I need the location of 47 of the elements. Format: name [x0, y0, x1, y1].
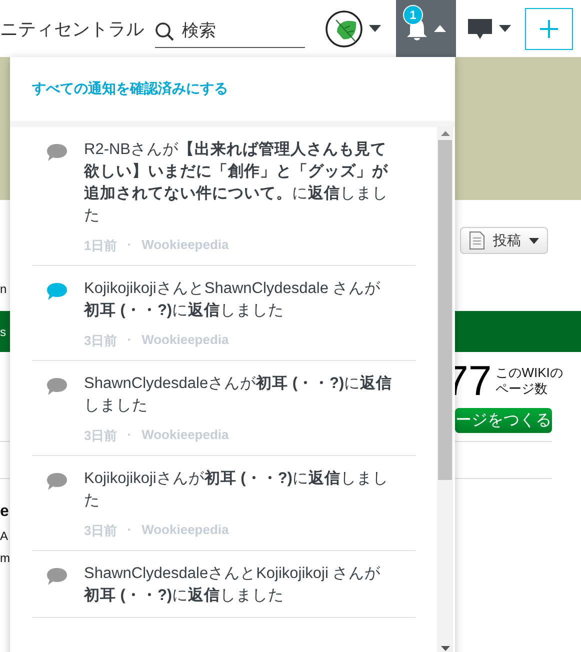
leaf-avatar-icon[interactable]: [325, 10, 363, 48]
time-text: 3日前: [84, 427, 118, 445]
separator-dot: ·: [127, 522, 132, 539]
notification-text: ShawnClydesdaleさんが初耳 (・・?)に返信しました: [84, 374, 394, 416]
notification-text: KojikojikojiさんとShawnClydesdale さんが初耳 (・・?)に返信しました: [84, 279, 382, 321]
post-button[interactable]: 投稿: [460, 227, 548, 254]
wiki-name: Wookieepedia: [142, 237, 229, 254]
caret-icon[interactable]: [499, 24, 511, 32]
scrollbar[interactable]: [437, 127, 453, 652]
search-field[interactable]: 検索: [155, 16, 305, 48]
heading-text: e: [0, 503, 9, 521]
document-icon: [469, 231, 485, 250]
notification-text: ShawnClydesdaleさんとKojikojikoji さんが初耳 (・・?)に返信しました: [84, 564, 382, 606]
caret-icon: [529, 238, 539, 244]
notification-text: Kojikojikojiさんが初耳 (・・?)に返信しました: [84, 468, 390, 511]
notification-item[interactable]: KojikojikojiさんとShawnClydesdale さんが初耳 (・・?)に返信しました 3日前 · Wookieepedia: [32, 266, 416, 361]
caret-icon: [434, 24, 446, 32]
notification-item[interactable]: ShawnClydesdaleさんとKojikojikoji さんが初耳 (・・?)に返信しました: [32, 551, 416, 618]
page-count-label: このWIKIの: [496, 365, 563, 381]
time-text: 3日前: [84, 522, 118, 540]
plus-icon: [539, 18, 559, 38]
notification-item[interactable]: R2-NBさんが【出来れば管理人さんも見て欲しい】いまだに「創作」と「グッズ」が追加されてない件について。に返信しました 1日前 · Wookieepedia: [32, 127, 416, 266]
wiki-name: Wookieepedia: [142, 522, 229, 539]
wiki-name: Wookieepedia: [142, 427, 229, 444]
caret-icon[interactable]: [369, 24, 381, 32]
notification-text: R2-NBさんが【出来れば管理人さんも見て欲しい】いまだに「創作」と「グッズ」が追加されてない件について。に返信しました: [84, 140, 389, 226]
site-title[interactable]: ニティセントラル: [0, 16, 152, 40]
separator-dot: ·: [127, 332, 132, 349]
time-text: 3日前: [84, 332, 118, 350]
separator-dot: ·: [127, 237, 132, 254]
time-text: 1日前: [84, 237, 118, 255]
page-text: n: [0, 282, 7, 296]
create-page-button[interactable]: ージをつくる: [455, 408, 552, 433]
page-count-label: ページ数: [496, 381, 548, 397]
notification-item[interactable]: Kojikojikojiさんが初耳 (・・?)に返信しました 3日前 · Wookieepedia: [32, 456, 416, 551]
chat-icon[interactable]: [467, 18, 493, 40]
nav-text: s: [0, 324, 6, 338]
down-arrow-icon[interactable]: [440, 646, 450, 651]
notification-count: 1: [403, 5, 423, 25]
separator-dot: ·: [127, 427, 132, 444]
wiki-name: Wookieepedia: [142, 332, 229, 349]
search-icon: [155, 22, 175, 42]
notification-item[interactable]: ShawnClydesdaleさんが初耳 (・・?)に返信しました 3日前 · Wookieepedia: [32, 361, 416, 456]
page-text: m: [0, 551, 10, 565]
page-text: A: [0, 529, 8, 543]
scrollbar-thumb[interactable]: [438, 140, 452, 480]
up-arrow-icon[interactable]: [440, 131, 450, 136]
